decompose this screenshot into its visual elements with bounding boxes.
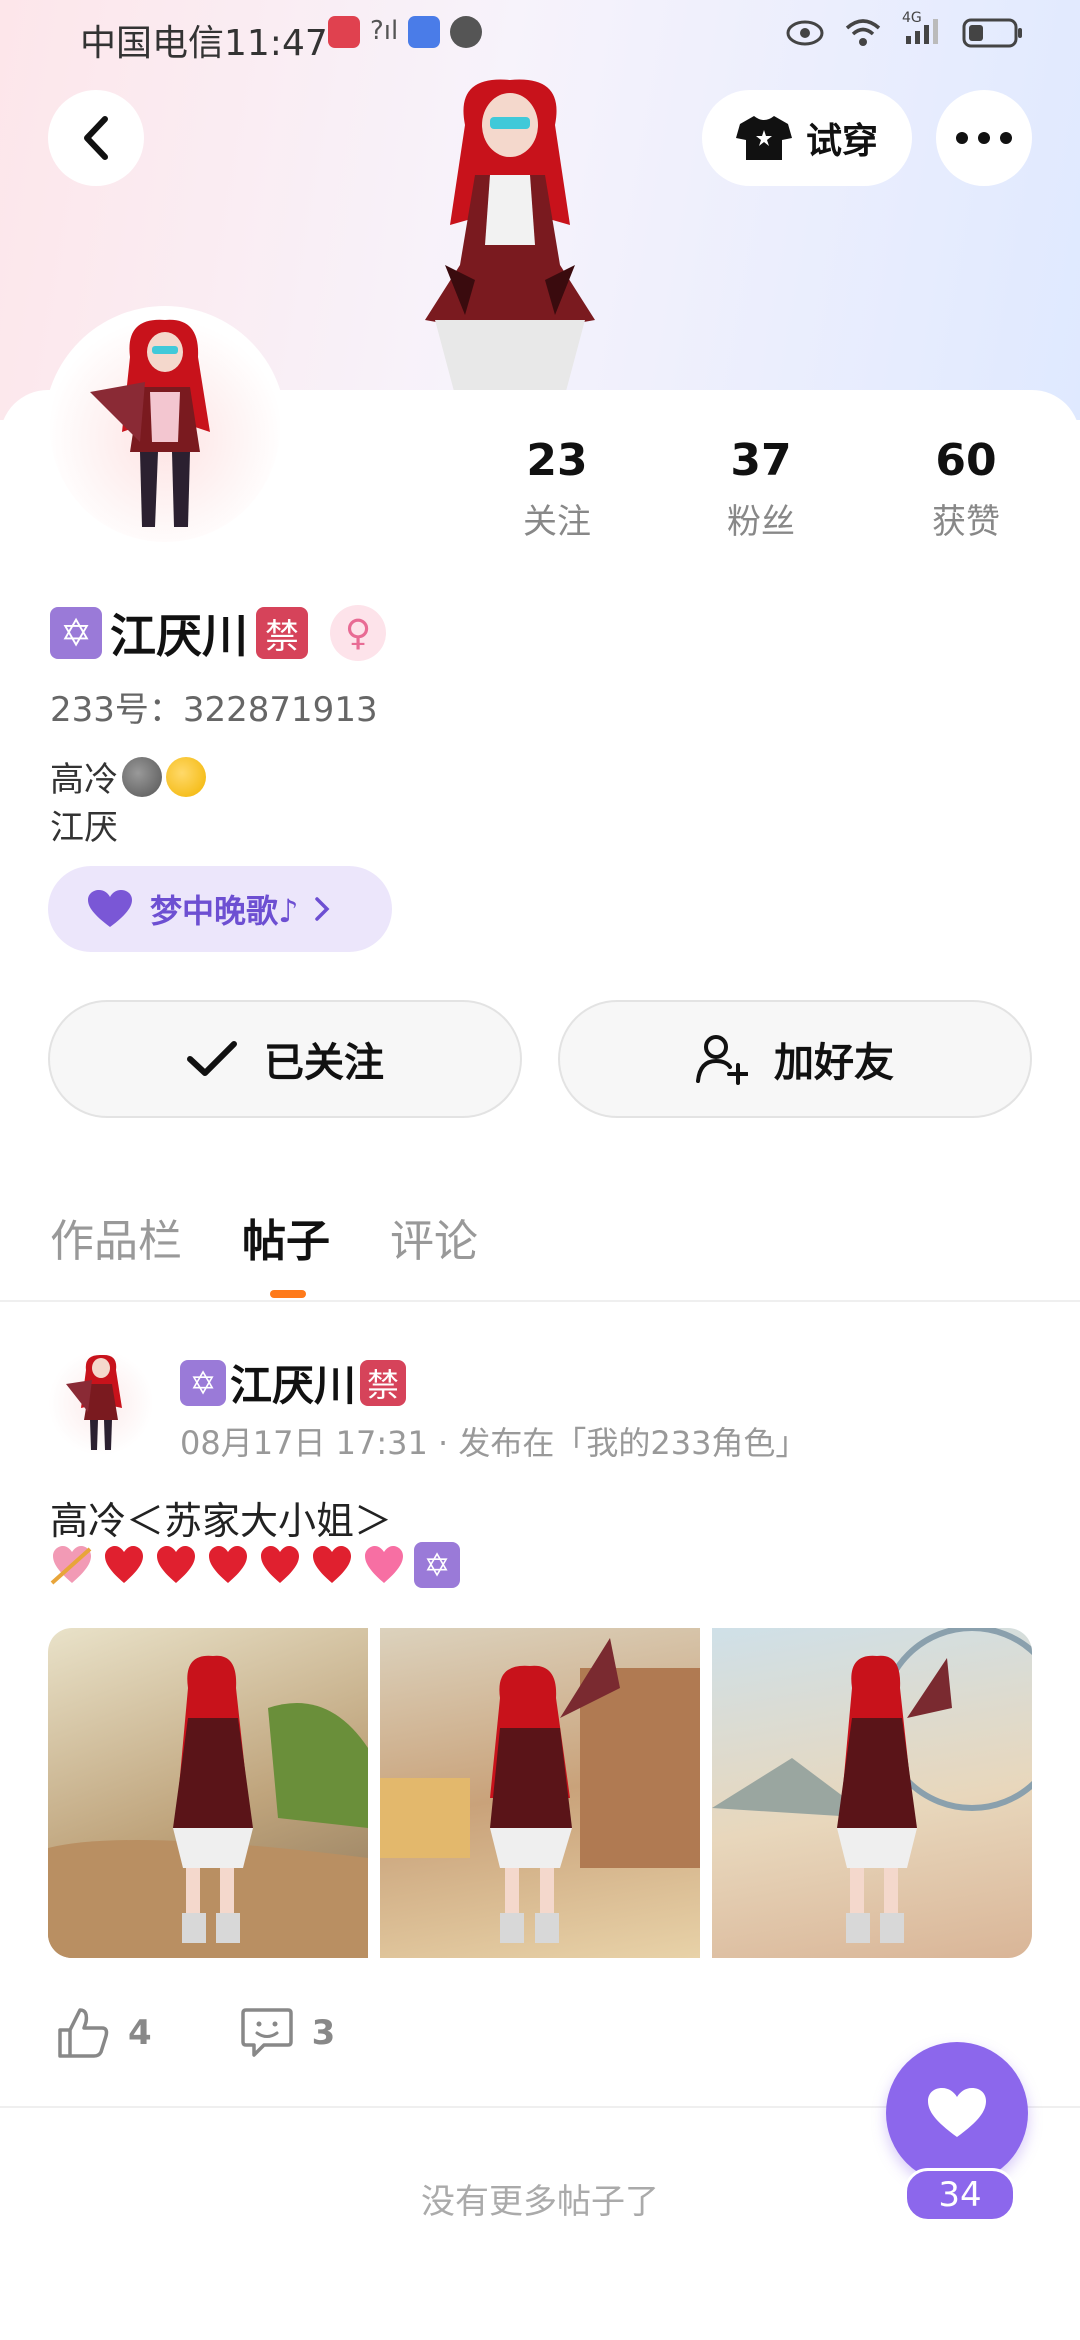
post-author-name: 江厌川	[230, 1361, 357, 1410]
wifi-icon	[845, 19, 881, 46]
red-heart-icon	[105, 1546, 143, 1583]
carrier-time: 中国电信11:47	[80, 23, 328, 64]
like-profile-button[interactable]	[886, 2042, 1028, 2184]
post-image[interactable]	[48, 1628, 368, 1958]
stat-followers[interactable]: 37 粉丝	[661, 435, 861, 543]
followed-button[interactable]: 已关注	[48, 1000, 522, 1118]
post-image[interactable]	[380, 1628, 700, 1958]
tabs-divider	[0, 1300, 1080, 1302]
stat-likes[interactable]: 60 获赞	[866, 435, 1066, 543]
heart-icon	[928, 2088, 986, 2137]
bio-line-1: 高冷	[50, 752, 206, 801]
pink-heart-icon	[365, 1546, 403, 1583]
avatar[interactable]	[50, 312, 280, 542]
battery-icon	[962, 18, 1022, 48]
bio-line-2: 江厌	[50, 808, 118, 848]
bio-text: 高冷	[50, 760, 118, 800]
user-id[interactable]: 233号：322871913	[50, 682, 378, 731]
education-app-icon	[408, 16, 441, 48]
red-heart-icon	[209, 1546, 247, 1583]
content-tabs: 作品栏 帖子 评论	[50, 1205, 478, 1269]
star-badge-icon: ✡	[414, 1542, 460, 1588]
tab-works[interactable]: 作品栏	[50, 1205, 182, 1269]
active-tab-indicator	[270, 1290, 306, 1298]
red-heart-icon	[261, 1546, 299, 1583]
post-image-character	[712, 1628, 1032, 1943]
check-icon	[187, 1041, 237, 1076]
book-app-icon	[328, 16, 360, 48]
tshirt-icon	[735, 116, 792, 160]
try-on-button[interactable]: 试穿	[702, 90, 912, 186]
tab-comments[interactable]: 评论	[390, 1205, 478, 1269]
post-actions: 4 3	[56, 2006, 335, 2060]
post-image-character	[48, 1655, 368, 1958]
post-image[interactable]	[712, 1628, 1032, 1958]
status-bar: 中国电信11:47 ?ıl 4G	[0, 0, 1080, 70]
tab-posts[interactable]: 帖子	[242, 1205, 330, 1269]
red-heart-icon	[313, 1546, 351, 1583]
cell-signal-icon: 4G	[902, 10, 942, 50]
more-dots-icon	[956, 132, 1012, 144]
chat-bubble-icon	[450, 16, 483, 48]
profile-name: 江厌川	[110, 609, 248, 663]
add-friend-button[interactable]: 加好友	[558, 1000, 1032, 1118]
relation-tag[interactable]: 梦中晚歌♪	[48, 866, 392, 952]
followed-label: 已关注	[264, 1040, 384, 1086]
like-count: 4	[128, 2013, 152, 2053]
add-user-icon	[696, 1035, 748, 1085]
stat-label: 粉丝	[727, 502, 795, 542]
comment-bubble-icon[interactable]	[240, 2006, 294, 2060]
network-type: 4G	[902, 10, 922, 26]
heart-with-arrow-icon	[50, 1546, 92, 1585]
post-image-character	[380, 1638, 700, 1943]
purple-heart-icon	[88, 890, 132, 927]
star-badge-icon: ✡	[50, 607, 102, 659]
add-friend-label: 加好友	[774, 1040, 894, 1086]
thumbs-up-icon[interactable]	[56, 2006, 110, 2060]
more-options-button[interactable]	[936, 90, 1032, 186]
post-meta: 08月17日 17:31 · 发布在「我的233角色」	[180, 1424, 808, 1462]
chevron-right-icon	[315, 897, 330, 921]
stat-value: 37	[730, 435, 792, 486]
tired-face-emoji-icon	[166, 756, 206, 797]
stat-label: 获赞	[932, 502, 1000, 542]
ban-badge: 禁	[360, 1359, 407, 1406]
post-avatar-character	[66, 1354, 122, 1450]
stat-label: 关注	[523, 502, 591, 542]
chevron-left-icon	[84, 116, 108, 160]
back-button[interactable]	[48, 90, 144, 186]
stat-value: 60	[935, 435, 997, 486]
post-author-row[interactable]: ✡ 江厌川 禁	[180, 1352, 407, 1413]
system-icons: 4G	[786, 10, 1024, 50]
red-heart-icon	[157, 1546, 195, 1583]
stat-value: 23	[526, 435, 588, 486]
eye-icon	[786, 20, 824, 46]
female-gender-icon: ♀	[330, 605, 386, 661]
notification-icons: ?ıl	[328, 16, 483, 48]
post-text: 高冷＜苏家大小姐＞	[50, 1499, 393, 1543]
post-emoji-line: ✡	[50, 1542, 460, 1588]
profile-name-row: ✡ 江厌川 禁 ♀	[50, 600, 386, 666]
post-author-avatar[interactable]	[48, 1350, 154, 1456]
try-on-label: 试穿	[805, 121, 878, 162]
relation-tag-label: 梦中晚歌♪	[150, 892, 299, 930]
stat-following[interactable]: 23 关注	[457, 435, 657, 543]
ban-badge: 禁	[256, 607, 308, 659]
avatar-character	[90, 319, 210, 527]
signal-question-icon: ?ıl	[370, 16, 399, 46]
post-image-gallery	[48, 1628, 1032, 1958]
character-3d-preview[interactable]	[395, 65, 625, 395]
new-moon-face-emoji-icon	[122, 756, 162, 797]
star-badge-icon: ✡	[180, 1359, 226, 1406]
comment-count: 3	[311, 2013, 336, 2053]
profile-like-count: 34	[904, 2168, 1016, 2222]
